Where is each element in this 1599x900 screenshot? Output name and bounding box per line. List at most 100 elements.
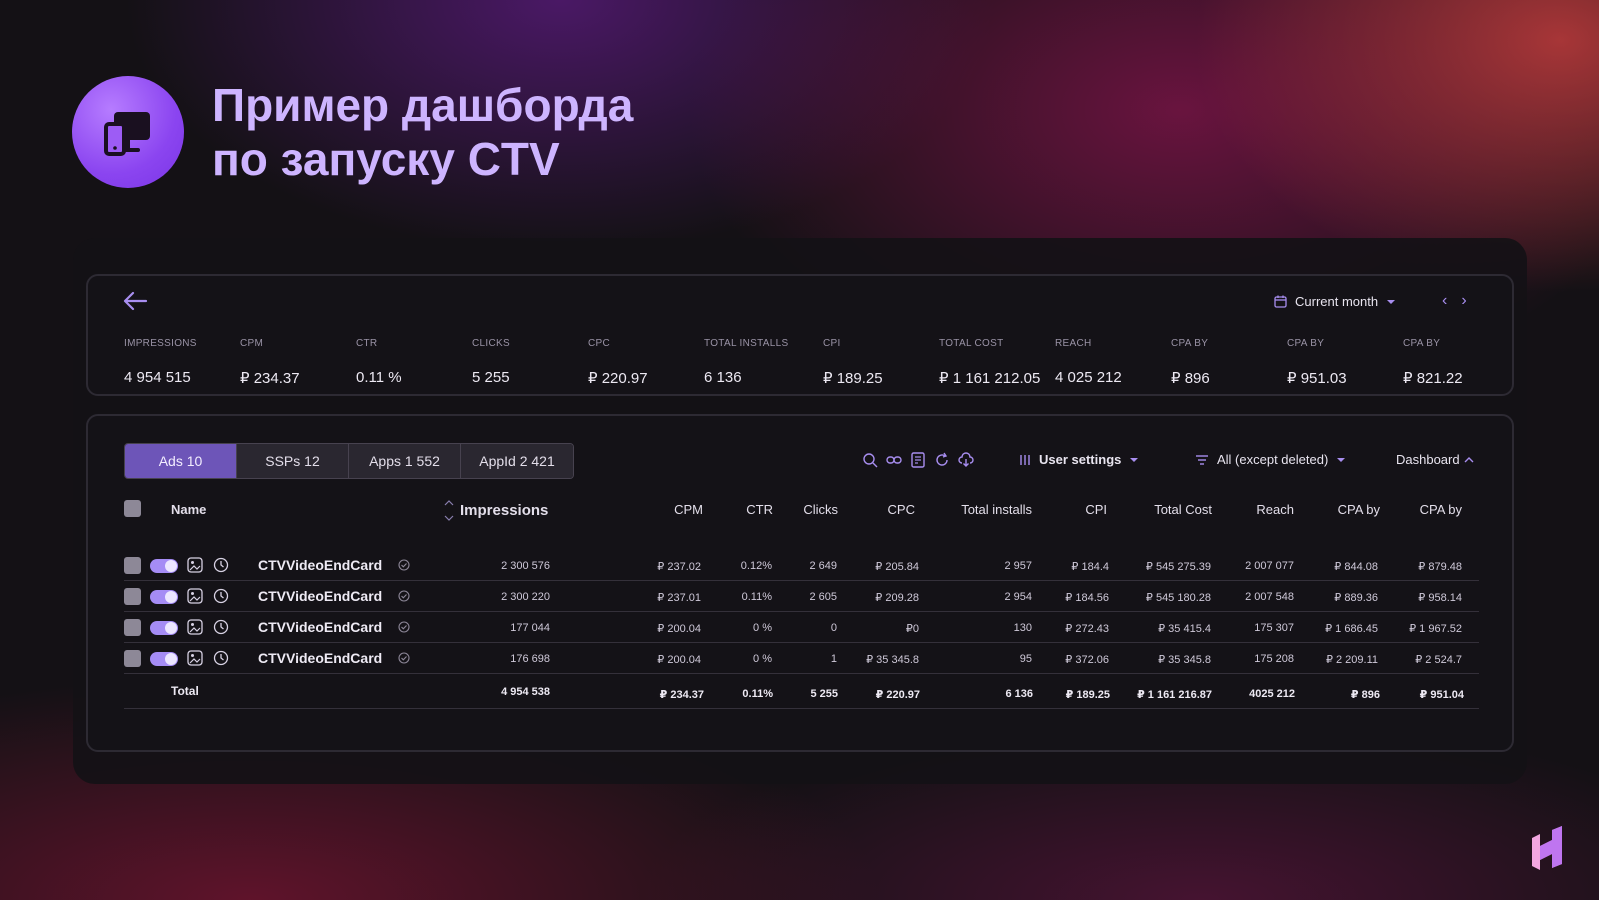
creative-preview-icon[interactable] — [187, 619, 203, 635]
creative-preview-icon[interactable] — [187, 557, 203, 573]
header-cpc[interactable]: CPC — [845, 502, 915, 517]
cell-reach: 2 007 077 — [1245, 560, 1294, 572]
cloud-download-icon[interactable] — [958, 452, 974, 468]
row-divider — [124, 611, 1479, 612]
metric-label: TOTAL COST — [939, 338, 1004, 349]
link-icon[interactable] — [886, 452, 902, 468]
cell-reach: 175 208 — [1254, 653, 1294, 665]
columns-icon — [1020, 454, 1030, 465]
header-total-installs[interactable]: Total installs — [930, 502, 1032, 517]
metric-cpi: CPI ₽ 189.25 — [823, 338, 883, 387]
row-status-toggle[interactable] — [150, 621, 178, 635]
metric-value: ₽ 1 161 212.05 — [939, 370, 1041, 387]
chevron-up-icon — [1464, 456, 1474, 462]
chevron-down-icon — [1130, 457, 1139, 462]
metric-clicks: CLICKS 5 255 — [472, 338, 510, 386]
row-name[interactable]: CTVVideoEndCard — [258, 650, 382, 666]
dashboard-toggle[interactable]: Dashboard — [1396, 452, 1474, 467]
check-circle-icon — [398, 590, 410, 602]
clock-icon[interactable] — [213, 619, 229, 635]
slide-title: Пример дашборда по запуску CTV — [212, 78, 633, 186]
metric-value: ₽ 896 — [1171, 370, 1210, 387]
cell-cpa-by-2: ₽ 958.14 — [1418, 592, 1462, 604]
user-settings-dropdown[interactable]: User settings — [1019, 452, 1139, 467]
cell-clicks: 2 605 — [809, 591, 837, 603]
header-ctr[interactable]: CTR — [713, 502, 773, 517]
header-name[interactable]: Name — [171, 502, 206, 517]
metric-label: CLICKS — [472, 338, 510, 349]
row-name[interactable]: CTVVideoEndCard — [258, 619, 382, 635]
metric-impressions: IMPRESSIONS 4 954 515 — [124, 338, 197, 386]
header-total-cost[interactable]: Total Cost — [1114, 502, 1212, 517]
row-checkbox[interactable] — [124, 588, 141, 605]
chevron-right-icon[interactable]: › — [1461, 292, 1466, 310]
total-cpm: ₽ 234.37 — [659, 689, 704, 701]
clock-icon[interactable] — [213, 650, 229, 666]
devices-icon — [104, 112, 150, 156]
cell-cpa-by-1: ₽ 844.08 — [1334, 561, 1378, 573]
metric-total-cost: TOTAL COST ₽ 1 161 212.05 — [939, 338, 1040, 387]
header-cpa-by-1[interactable]: CPA by — [1300, 502, 1380, 517]
header-clicks[interactable]: Clicks — [778, 502, 838, 517]
cell-cpc: ₽ 35 345.8 — [866, 654, 919, 666]
cell-cpc: ₽ 205.84 — [875, 561, 919, 573]
metric-reach: REACH 4 025 212 — [1055, 338, 1122, 386]
metric-value: ₽ 220.97 — [588, 370, 648, 387]
report-icon[interactable] — [910, 452, 926, 468]
header-cpm[interactable]: CPM — [610, 502, 703, 517]
clock-icon[interactable] — [213, 557, 229, 573]
chevron-left-icon[interactable]: ‹ — [1442, 292, 1447, 310]
creative-preview-icon[interactable] — [187, 650, 203, 666]
sort-icon[interactable] — [444, 500, 454, 522]
row-checkbox[interactable] — [124, 650, 141, 667]
metric-label: REACH — [1055, 338, 1092, 349]
row-checkbox[interactable] — [124, 619, 141, 636]
header-cpi[interactable]: CPI — [1040, 502, 1107, 517]
metric-label: CPM — [240, 338, 264, 349]
cell-impressions: 2 300 576 — [501, 560, 550, 572]
row-name[interactable]: CTVVideoEndCard — [258, 588, 382, 604]
tab-apps[interactable]: Apps 1 552 — [349, 444, 461, 478]
tab-appid[interactable]: AppId 2 421 — [461, 444, 573, 478]
cell-cpa-by-1: ₽ 2 209.11 — [1325, 654, 1378, 666]
cell-cpi: ₽ 272.43 — [1065, 623, 1109, 635]
period-selector[interactable]: Current month — [1274, 294, 1396, 309]
back-arrow-icon[interactable] — [122, 290, 148, 312]
metric-label: CPI — [823, 338, 841, 349]
header-impressions[interactable]: Impressions — [460, 502, 548, 519]
status-filter-dropdown[interactable]: All (except deleted) — [1195, 452, 1346, 467]
check-circle-icon — [398, 559, 410, 571]
cell-cpc: ₽ 209.28 — [875, 592, 919, 604]
row-status-toggle[interactable] — [150, 652, 178, 666]
search-icon[interactable] — [862, 452, 878, 468]
tab-ssps[interactable]: SSPs 12 — [237, 444, 349, 478]
metric-value: ₽ 189.25 — [823, 370, 883, 387]
total-reach: 4025 212 — [1249, 688, 1295, 700]
total-cpc: ₽ 220.97 — [875, 689, 920, 701]
cell-reach: 2 007 548 — [1245, 591, 1294, 603]
row-status-toggle[interactable] — [150, 590, 178, 604]
total-clicks: 5 255 — [810, 688, 838, 700]
row-divider — [124, 708, 1479, 709]
metric-label: IMPRESSIONS — [124, 338, 197, 349]
header-reach[interactable]: Reach — [1218, 502, 1294, 517]
metric-label: CPA BY — [1171, 338, 1209, 349]
check-circle-icon — [398, 621, 410, 633]
metric-label: TOTAL INSTALLS — [704, 338, 789, 349]
check-circle-icon — [398, 652, 410, 664]
chevron-down-icon — [1387, 299, 1396, 304]
clock-icon[interactable] — [213, 588, 229, 604]
creative-preview-icon[interactable] — [187, 588, 203, 604]
metric-value: 4 954 515 — [124, 369, 191, 386]
row-status-toggle[interactable] — [150, 559, 178, 573]
header-cpa-by-2[interactable]: CPA by — [1382, 502, 1462, 517]
row-name[interactable]: CTVVideoEndCard — [258, 557, 382, 573]
entity-tabs: Ads 10 SSPs 12 Apps 1 552 AppId 2 421 — [124, 443, 574, 479]
row-checkbox[interactable] — [124, 557, 141, 574]
cell-cpa-by-1: ₽ 1 686.45 — [1325, 623, 1378, 635]
tab-ads[interactable]: Ads 10 — [125, 444, 237, 478]
metric-cpa-by-1: CPA BY ₽ 896 — [1171, 338, 1210, 387]
select-all-checkbox[interactable] — [124, 500, 141, 517]
refresh-icon[interactable] — [934, 452, 950, 468]
cell-impressions: 177 044 — [510, 622, 550, 634]
